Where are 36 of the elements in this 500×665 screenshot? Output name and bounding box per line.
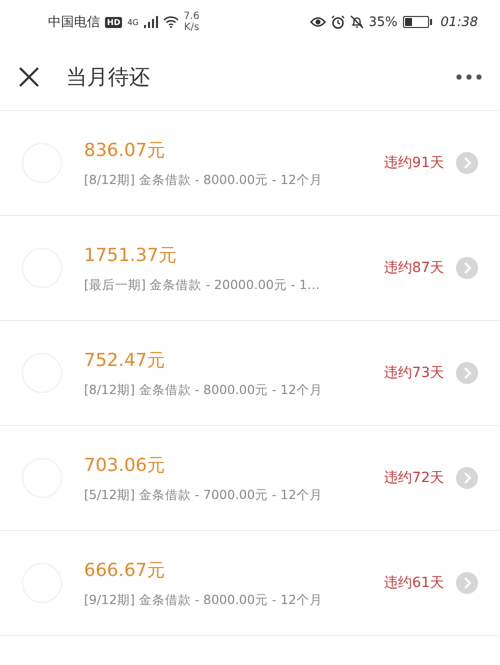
- overdue-days: 违约87天: [384, 259, 444, 277]
- chevron-right-icon[interactable]: [456, 362, 478, 384]
- overdue-days: 违约72天: [384, 469, 444, 487]
- overdue-days: 违约91天: [384, 154, 444, 172]
- bill-detail: [5/12期] 金条借款 - 7000.00元 - 12个月: [84, 486, 324, 504]
- overdue-days: 违约73天: [384, 364, 444, 382]
- network-type: 4G: [127, 18, 139, 26]
- signal-icon: [144, 16, 158, 28]
- close-icon[interactable]: [18, 66, 40, 88]
- carrier-name: 中国电信: [48, 14, 100, 31]
- wifi-icon: [162, 16, 179, 28]
- bill-amount: 1751.37元: [84, 244, 178, 266]
- bell-off-icon: [350, 15, 364, 29]
- speed-value: 7.6: [184, 11, 200, 22]
- bill-amount: 703.06元: [84, 454, 166, 476]
- bill-amount: 752.47元: [84, 348, 166, 372]
- bill-detail: [最后一期] 金条借款 - 20000.00元 - 1…: [84, 276, 321, 294]
- chevron-right-icon[interactable]: [456, 572, 478, 594]
- battery-percent: 35%: [368, 14, 398, 30]
- more-icon[interactable]: [456, 74, 482, 80]
- chevron-right-icon[interactable]: [456, 467, 478, 489]
- bill-amount: 666.67元: [84, 558, 166, 582]
- battery-icon: [402, 16, 429, 28]
- alarm-icon: [330, 15, 345, 29]
- clock-time: 01:38: [440, 14, 478, 30]
- chevron-right-icon[interactable]: [456, 152, 478, 174]
- hd-badge: HD: [105, 16, 122, 28]
- bill-detail: [8/12期] 金条借款 - 8000.00元 - 12个月: [84, 172, 324, 188]
- page-title: 当月待还: [66, 64, 151, 91]
- chevron-right-icon[interactable]: [456, 257, 478, 279]
- overdue-days: 违约61天: [384, 574, 444, 592]
- bill-detail: [9/12期] 金条借款 - 8000.00元 - 12个月: [84, 592, 324, 608]
- speed-unit: K/s: [184, 22, 200, 33]
- bill-detail: [8/12期] 金条借款 - 8000.00元 - 12个月: [84, 382, 324, 398]
- eye-icon: [310, 16, 326, 28]
- bill-amount: 836.07元: [84, 138, 166, 162]
